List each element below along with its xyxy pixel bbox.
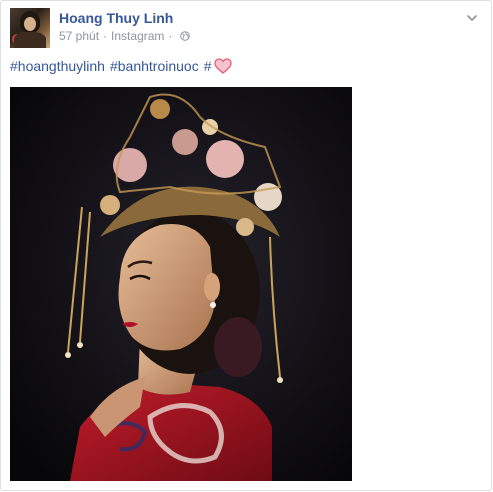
chevron-down-icon[interactable]: [465, 11, 479, 25]
hashtag-banhtroinuoc[interactable]: #banhtroinuoc: [110, 58, 199, 74]
post-meta: 57 phút · Instagram ·: [59, 29, 191, 43]
hashtag-heart[interactable]: #: [204, 58, 212, 74]
post-message: #hoangthuylinh #banhtroinuoc #: [10, 58, 232, 74]
post-source[interactable]: Instagram: [111, 29, 164, 43]
hashtag-hoangthuylinh[interactable]: #hoangthuylinh: [10, 58, 105, 74]
avatar[interactable]: [10, 8, 50, 48]
post-photo[interactable]: [10, 87, 352, 481]
meta-separator-2: ·: [168, 29, 173, 43]
post-timestamp[interactable]: 57 phút: [59, 29, 99, 43]
meta-separator: ·: [103, 29, 108, 43]
globe-icon[interactable]: [180, 31, 191, 41]
post-card: Hoang Thuy Linh 57 phút · Instagram · #h…: [0, 0, 492, 491]
author-name[interactable]: Hoang Thuy Linh: [59, 10, 173, 26]
heart-icon: [213, 58, 232, 74]
